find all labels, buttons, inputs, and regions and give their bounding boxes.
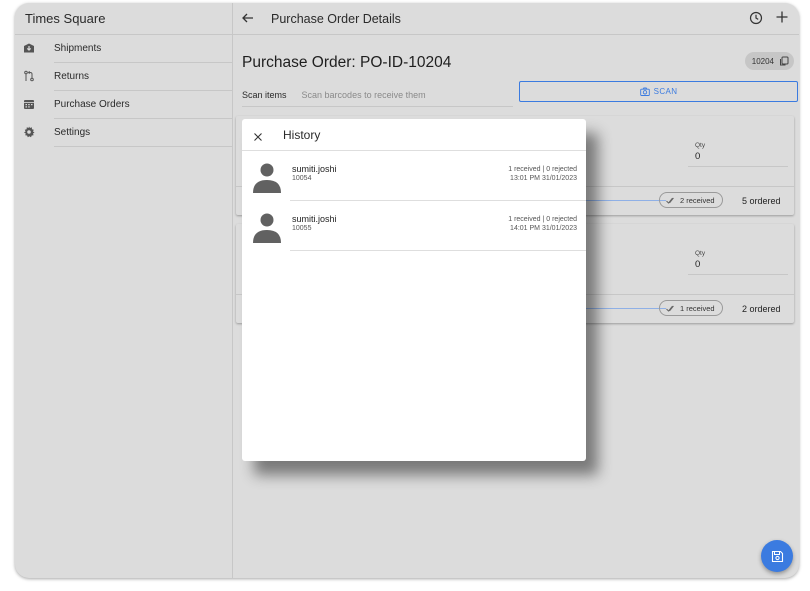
scan-items-field[interactable]: Scan items Scan barcodes to receive them bbox=[242, 83, 513, 107]
save-icon bbox=[771, 550, 783, 562]
history-timestamp: 13:01 PM 31/01/2023 bbox=[510, 175, 577, 182]
received-chip-label: 1 received bbox=[680, 303, 715, 313]
menu-item-returns[interactable]: Returns bbox=[15, 63, 232, 91]
shipments-icon bbox=[23, 42, 35, 54]
received-chip[interactable]: 1 received bbox=[659, 300, 723, 316]
menu-item-label: Shipments bbox=[54, 35, 232, 63]
returns-icon bbox=[23, 70, 35, 82]
menu-item-label: Purchase Orders bbox=[54, 91, 232, 119]
close-icon[interactable] bbox=[253, 129, 263, 141]
modal-title: History bbox=[283, 128, 321, 142]
history-counts: 1 received | 0 rejected bbox=[508, 166, 577, 173]
qty-label: Qty bbox=[695, 250, 706, 257]
clock-icon[interactable] bbox=[749, 11, 763, 25]
qty-label: Qty bbox=[695, 142, 706, 149]
scan-button-label: SCAN bbox=[653, 87, 678, 96]
history-timestamp: 14:01 PM 31/01/2023 bbox=[510, 225, 577, 232]
back-arrow-icon[interactable] bbox=[241, 11, 255, 25]
camera-icon bbox=[639, 87, 650, 97]
received-chip-label: 2 received bbox=[680, 195, 715, 205]
side-menu: Times Square Shipments Returns Purchase … bbox=[15, 3, 233, 578]
history-id: 10054 bbox=[292, 175, 312, 182]
ordered-count: 5 ordered bbox=[742, 196, 781, 206]
purchase-order-title: Purchase Order: PO-ID-10204 bbox=[242, 54, 452, 71]
menu-item-purchase-orders[interactable]: Purchase Orders bbox=[15, 91, 232, 119]
menu-title: Times Square bbox=[15, 3, 232, 35]
qty-underline bbox=[688, 274, 788, 275]
history-counts: 1 received | 0 rejected bbox=[508, 216, 577, 223]
modal-header: History bbox=[242, 119, 586, 151]
history-entry: sumiti.joshi 10055 1 received | 0 reject… bbox=[242, 201, 586, 251]
scan-button[interactable]: SCAN bbox=[519, 81, 798, 102]
history-divider bbox=[290, 250, 586, 251]
history-user: sumiti.joshi bbox=[292, 214, 337, 224]
toolbar: Purchase Order Details bbox=[233, 3, 799, 35]
ordered-count: 2 ordered bbox=[742, 304, 781, 314]
scan-items-label: Scan items bbox=[242, 89, 287, 100]
po-id-badge-label: 10204 bbox=[751, 56, 774, 66]
received-chip[interactable]: 2 received bbox=[659, 192, 723, 208]
calendar-icon bbox=[23, 98, 35, 110]
menu-item-settings[interactable]: Settings bbox=[15, 119, 232, 147]
user-avatar-icon bbox=[252, 211, 282, 243]
history-entry: sumiti.joshi 10054 1 received | 0 reject… bbox=[242, 151, 586, 201]
history-modal: History sumiti.joshi 10054 1 received | … bbox=[242, 119, 586, 461]
qty-input[interactable]: 0 bbox=[695, 259, 700, 270]
qty-input[interactable]: 0 bbox=[695, 151, 700, 162]
double-check-icon bbox=[666, 304, 676, 313]
save-fab-button[interactable] bbox=[761, 540, 793, 572]
double-check-icon bbox=[666, 196, 676, 205]
gear-icon bbox=[23, 126, 35, 138]
menu-item-label: Settings bbox=[54, 119, 232, 147]
menu-item-label: Returns bbox=[54, 63, 232, 91]
qty-underline bbox=[688, 166, 788, 167]
history-user: sumiti.joshi bbox=[292, 164, 337, 174]
history-id: 10055 bbox=[292, 225, 312, 232]
scan-input-placeholder[interactable]: Scan barcodes to receive them bbox=[302, 90, 426, 100]
copy-icon bbox=[779, 56, 789, 66]
user-avatar-icon bbox=[252, 161, 282, 193]
add-icon[interactable] bbox=[775, 10, 789, 24]
po-id-badge[interactable]: 10204 bbox=[744, 52, 794, 70]
menu-item-shipments[interactable]: Shipments bbox=[15, 35, 232, 63]
page-title: Purchase Order Details bbox=[271, 12, 401, 26]
